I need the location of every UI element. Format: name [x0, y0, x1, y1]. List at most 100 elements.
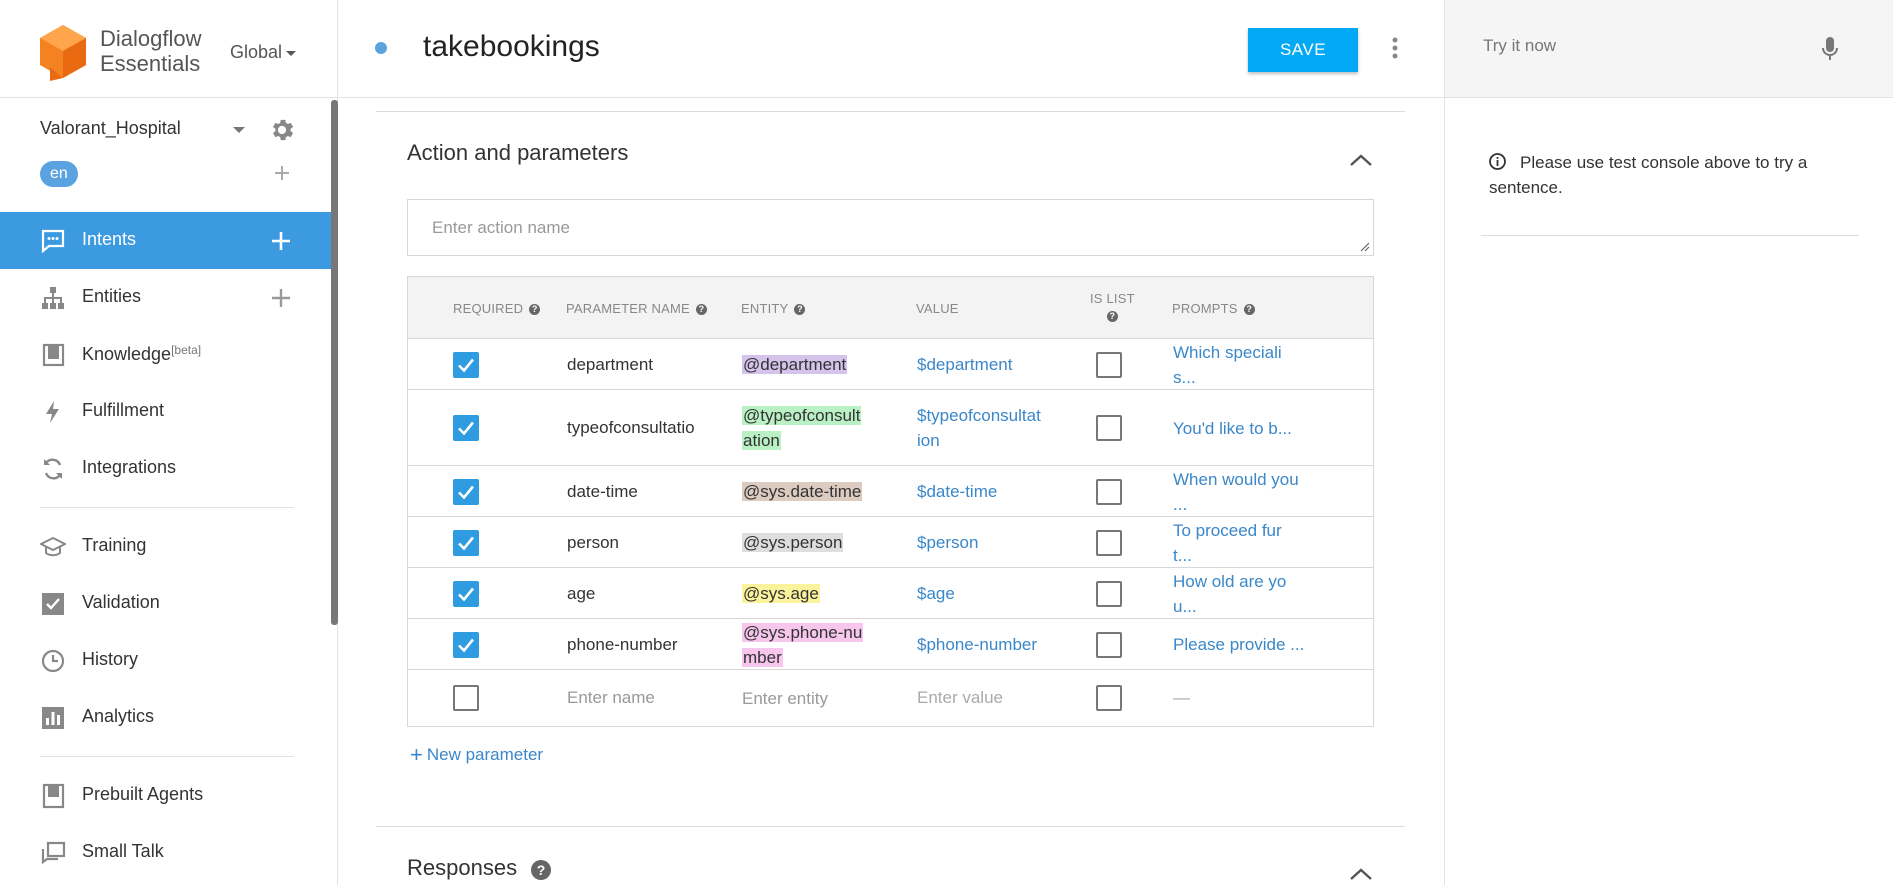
- parameter-entity[interactable]: @department: [742, 352, 872, 377]
- parameter-name[interactable]: person: [567, 533, 695, 553]
- is-list-checkbox[interactable]: [1096, 580, 1122, 607]
- required-checkbox[interactable]: [453, 478, 479, 505]
- sidebar-header: Dialogflow Essentials Global: [0, 0, 337, 98]
- parameter-name[interactable]: phone-number: [567, 635, 695, 655]
- sidebar-item-history[interactable]: History: [0, 632, 331, 689]
- sidebar-item-integrations[interactable]: Integrations: [0, 440, 331, 497]
- parameter-value[interactable]: $person: [917, 530, 1057, 555]
- parameter-value[interactable]: $phone-number: [917, 632, 1057, 657]
- is-list-checkbox[interactable]: [1096, 685, 1122, 711]
- parameter-prompts[interactable]: Which speciali s...: [1173, 340, 1313, 390]
- language-pill[interactable]: en: [40, 161, 78, 187]
- is-list-checkbox[interactable]: [1096, 631, 1122, 658]
- parameter-value[interactable]: $department: [917, 352, 1057, 377]
- add-entity-icon[interactable]: [270, 287, 292, 309]
- collapse-chevron-icon[interactable]: [1348, 152, 1374, 168]
- parameter-value[interactable]: $age: [917, 581, 1057, 606]
- check-icon: [458, 536, 475, 550]
- collapse-chevron-icon[interactable]: [1348, 866, 1374, 882]
- parameter-entity-input[interactable]: Enter entity: [742, 686, 872, 711]
- action-name-input[interactable]: [408, 200, 1373, 255]
- parameter-name[interactable]: date-time: [567, 482, 695, 502]
- help-icon[interactable]: ?: [531, 860, 552, 880]
- add-language-icon[interactable]: [272, 163, 292, 183]
- parameter-name[interactable]: typeofconsultatio: [567, 418, 695, 438]
- required-checkbox[interactable]: [453, 415, 479, 441]
- parameter-name-input[interactable]: Enter name: [567, 688, 695, 708]
- parameter-entity[interactable]: @sys.date-time: [742, 479, 872, 504]
- parameter-prompts[interactable]: To proceed fur t...: [1173, 518, 1313, 568]
- required-checkbox[interactable]: [453, 529, 479, 556]
- parameter-prompts[interactable]: Please provide ...: [1173, 632, 1313, 657]
- sidebar-item-validation[interactable]: Validation: [0, 575, 331, 632]
- sidebar-item-prebuilt-agents[interactable]: Prebuilt Agents: [0, 767, 331, 824]
- parameter-name[interactable]: department: [567, 355, 695, 375]
- book-icon: [42, 343, 65, 367]
- dialogflow-logo[interactable]: [38, 23, 88, 81]
- is-list-checkbox[interactable]: [1096, 529, 1122, 556]
- sidebar-scrollbar[interactable]: [331, 100, 338, 625]
- resize-handle-icon[interactable]: [1360, 242, 1370, 252]
- parameter-entity[interactable]: @sys.age: [742, 581, 872, 606]
- help-icon[interactable]: ?: [695, 304, 707, 316]
- parameter-prompts[interactable]: How old are yo u...: [1173, 569, 1313, 619]
- gear-icon[interactable]: [268, 116, 296, 144]
- is-list-checkbox[interactable]: [1096, 478, 1122, 505]
- sidebar-item-fulfillment[interactable]: Fulfillment: [0, 383, 331, 440]
- sidebar-item-entities[interactable]: Entities: [0, 269, 331, 326]
- parameter-name[interactable]: age: [567, 584, 695, 604]
- prompt-line: To proceed fur: [1173, 520, 1282, 540]
- sidebar-item-knowledge[interactable]: Knowledge[beta]: [0, 326, 331, 383]
- intent-name[interactable]: takebookings: [423, 30, 600, 64]
- prompt-line: You'd like to b...: [1173, 418, 1292, 438]
- agent-dropdown-caret-icon[interactable]: [233, 127, 245, 133]
- is-list-checkbox[interactable]: [1096, 415, 1122, 441]
- bar-chart-icon: [42, 707, 64, 729]
- parameter-entity[interactable]: @typeofconsult ation: [742, 403, 872, 453]
- sidebar-item-intents[interactable]: Intents: [0, 212, 331, 269]
- header-parameter-name-label: PARAMETER NAME: [566, 301, 690, 316]
- parameter-prompts[interactable]: When would you...: [1173, 467, 1313, 517]
- help-icon[interactable]: ?: [1243, 304, 1255, 316]
- sidebar-item-training[interactable]: Training: [0, 518, 331, 575]
- save-button[interactable]: SAVE: [1248, 28, 1358, 72]
- parameter-value-input[interactable]: Enter value: [917, 685, 1057, 710]
- parameter-prompts[interactable]: You'd like to b...: [1173, 416, 1313, 441]
- sidebar-item-label: Analytics: [82, 706, 155, 726]
- parameter-value[interactable]: $date-time: [917, 479, 1057, 504]
- hierarchy-icon: [42, 287, 64, 309]
- value-line: ion: [917, 431, 940, 450]
- header-parameter-name: PARAMETER NAME?: [566, 301, 707, 316]
- required-checkbox[interactable]: [453, 580, 479, 607]
- help-icon[interactable]: ?: [1106, 310, 1118, 322]
- more-options-icon[interactable]: [1392, 36, 1398, 60]
- parameter-entity[interactable]: @sys.phone-nu mber: [742, 620, 872, 670]
- sidebar-item-analytics[interactable]: Analytics: [0, 689, 331, 746]
- microphone-icon[interactable]: [1821, 36, 1839, 62]
- entity-chip: @department: [742, 355, 848, 374]
- new-parameter-link[interactable]: + New parameter: [410, 742, 543, 768]
- prompt-line: How old are yo: [1173, 571, 1287, 591]
- chevron-down-icon: [286, 50, 297, 56]
- required-checkbox[interactable]: [453, 685, 479, 711]
- region-dropdown[interactable]: Global: [230, 42, 297, 63]
- prompt-line: u...: [1173, 596, 1197, 616]
- required-checkbox[interactable]: [453, 351, 479, 378]
- help-icon[interactable]: ?: [529, 304, 541, 316]
- prompt-line: s...: [1173, 367, 1196, 387]
- parameter-value[interactable]: $typeofconsultat ion: [917, 403, 1057, 453]
- checkbox-icon: [42, 593, 64, 615]
- is-list-checkbox[interactable]: [1096, 351, 1122, 378]
- check-icon: [458, 358, 475, 372]
- action-name-field[interactable]: [407, 199, 1374, 256]
- action-parameters-title: Action and parameters: [407, 140, 629, 165]
- value-line: $age: [917, 584, 955, 603]
- try-it-now-input[interactable]: [1483, 36, 1803, 56]
- nav-divider: [40, 756, 294, 757]
- help-icon[interactable]: ?: [794, 304, 806, 316]
- parameter-entity[interactable]: @sys.person: [742, 530, 872, 555]
- sidebar-item-small-talk[interactable]: Small Talk: [0, 824, 331, 881]
- add-intent-icon[interactable]: [270, 230, 292, 252]
- required-checkbox[interactable]: [453, 631, 479, 658]
- agent-selector[interactable]: Valorant_Hospital: [40, 116, 300, 144]
